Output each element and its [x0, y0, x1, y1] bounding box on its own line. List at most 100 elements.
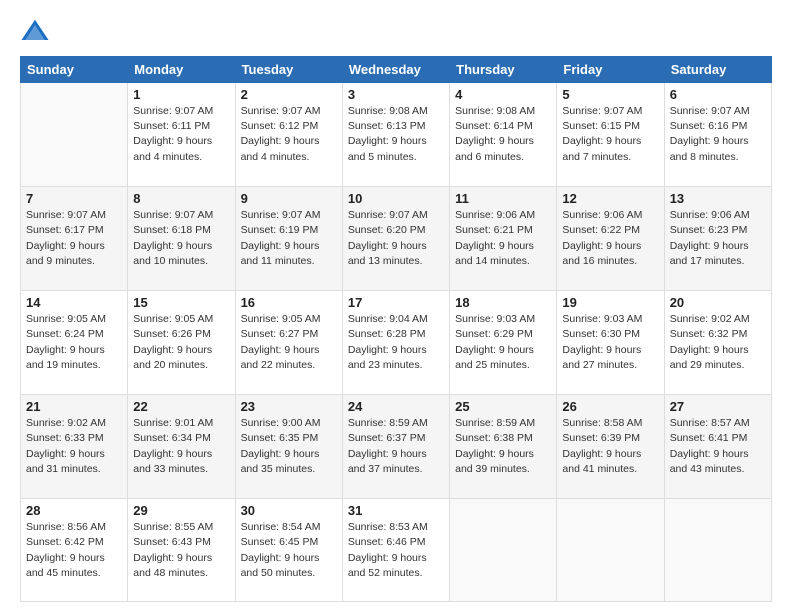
day-info: Sunrise: 9:05 AMSunset: 6:27 PMDaylight:… — [241, 312, 337, 373]
day-number: 23 — [241, 399, 337, 414]
calendar-week-3: 21 Sunrise: 9:02 AMSunset: 6:33 PMDayligh… — [21, 395, 772, 499]
day-number: 22 — [133, 399, 229, 414]
calendar-cell: 7Sunrise: 9:07 AMSunset: 6:17 PMDaylight… — [21, 187, 128, 291]
day-number: 21 — [26, 399, 122, 414]
calendar-cell: 3 Sunrise: 9:08 AMSunset: 6:13 PMDaylight… — [342, 83, 449, 187]
day-info: Sunrise: 9:01 AMSunset: 6:34 PMDaylight:… — [133, 416, 229, 477]
calendar-cell: 19 Sunrise: 9:03 AMSunset: 6:30 PMDayligh… — [557, 291, 664, 395]
day-info: Sunrise: 8:59 AMSunset: 6:38 PMDaylight:… — [455, 416, 551, 477]
day-info: Sunrise: 9:08 AMSunset: 6:14 PMDaylight:… — [455, 104, 551, 165]
day-info: Sunrise: 9:07 AMSunset: 6:12 PMDaylight:… — [241, 104, 337, 165]
day-info: Sunrise: 9:07 AMSunset: 6:16 PMDaylight:… — [670, 104, 766, 165]
day-number: 17 — [348, 295, 444, 310]
day-number: 11 — [455, 191, 551, 206]
day-info: Sunrise: 9:03 AMSunset: 6:30 PMDaylight:… — [562, 312, 658, 373]
day-header-tuesday: Tuesday — [235, 57, 342, 83]
header — [20, 16, 772, 46]
day-number: 6 — [670, 87, 766, 102]
calendar-cell: 27 Sunrise: 8:57 AMSunset: 6:41 PMDayligh… — [664, 395, 771, 499]
calendar-cell: 21 Sunrise: 9:02 AMSunset: 6:33 PMDayligh… — [21, 395, 128, 499]
day-info: Sunrise: 8:56 AMSunset: 6:42 PMDaylight:… — [26, 520, 122, 581]
day-number: 29 — [133, 503, 229, 518]
calendar-cell — [21, 83, 128, 187]
day-info: Sunrise: 9:06 AMSunset: 6:21 PMDaylight:… — [455, 208, 551, 269]
calendar-cell: 2 Sunrise: 9:07 AMSunset: 6:12 PMDaylight… — [235, 83, 342, 187]
day-info: Sunrise: 9:06 AMSunset: 6:22 PMDaylight:… — [562, 208, 658, 269]
calendar-cell — [450, 499, 557, 602]
day-info: Sunrise: 8:55 AMSunset: 6:43 PMDaylight:… — [133, 520, 229, 581]
day-info: Sunrise: 8:57 AMSunset: 6:41 PMDaylight:… — [670, 416, 766, 477]
calendar-cell: 15 Sunrise: 9:05 AMSunset: 6:26 PMDayligh… — [128, 291, 235, 395]
day-number: 25 — [455, 399, 551, 414]
day-number: 9 — [241, 191, 337, 206]
day-header-thursday: Thursday — [450, 57, 557, 83]
page: SundayMondayTuesdayWednesdayThursdayFrid… — [0, 0, 792, 612]
day-number: 30 — [241, 503, 337, 518]
day-number: 12 — [562, 191, 658, 206]
day-number: 19 — [562, 295, 658, 310]
calendar-cell: 31Sunrise: 8:53 AMSunset: 6:46 PMDayligh… — [342, 499, 449, 602]
calendar-cell: 6 Sunrise: 9:07 AMSunset: 6:16 PMDaylight… — [664, 83, 771, 187]
day-info: Sunrise: 8:58 AMSunset: 6:39 PMDaylight:… — [562, 416, 658, 477]
day-number: 2 — [241, 87, 337, 102]
day-number: 3 — [348, 87, 444, 102]
calendar-cell: 8Sunrise: 9:07 AMSunset: 6:18 PMDaylight… — [128, 187, 235, 291]
calendar-cell: 11 Sunrise: 9:06 AMSunset: 6:21 PMDayligh… — [450, 187, 557, 291]
day-info: Sunrise: 9:08 AMSunset: 6:13 PMDaylight:… — [348, 104, 444, 165]
day-info: Sunrise: 9:02 AMSunset: 6:32 PMDaylight:… — [670, 312, 766, 373]
day-info: Sunrise: 9:05 AMSunset: 6:24 PMDaylight:… — [26, 312, 122, 373]
day-info: Sunrise: 9:04 AMSunset: 6:28 PMDaylight:… — [348, 312, 444, 373]
day-number: 14 — [26, 295, 122, 310]
calendar-cell — [664, 499, 771, 602]
calendar-header: SundayMondayTuesdayWednesdayThursdayFrid… — [21, 57, 772, 83]
day-info: Sunrise: 9:05 AMSunset: 6:26 PMDaylight:… — [133, 312, 229, 373]
logo — [20, 16, 54, 46]
calendar-cell: 20Sunrise: 9:02 AMSunset: 6:32 PMDayligh… — [664, 291, 771, 395]
day-number: 27 — [670, 399, 766, 414]
day-number: 4 — [455, 87, 551, 102]
calendar-cell: 29 Sunrise: 8:55 AMSunset: 6:43 PMDayligh… — [128, 499, 235, 602]
calendar-header-row: SundayMondayTuesdayWednesdayThursdayFrid… — [21, 57, 772, 83]
calendar-cell: 14 Sunrise: 9:05 AMSunset: 6:24 PMDayligh… — [21, 291, 128, 395]
calendar-cell: 22 Sunrise: 9:01 AMSunset: 6:34 PMDayligh… — [128, 395, 235, 499]
day-info: Sunrise: 8:54 AMSunset: 6:45 PMDaylight:… — [241, 520, 337, 581]
day-number: 5 — [562, 87, 658, 102]
calendar-cell: 26 Sunrise: 8:58 AMSunset: 6:39 PMDayligh… — [557, 395, 664, 499]
calendar-table: SundayMondayTuesdayWednesdayThursdayFrid… — [20, 56, 772, 602]
calendar-week-1: 7Sunrise: 9:07 AMSunset: 6:17 PMDaylight… — [21, 187, 772, 291]
day-number: 1 — [133, 87, 229, 102]
calendar-week-4: 28 Sunrise: 8:56 AMSunset: 6:42 PMDayligh… — [21, 499, 772, 602]
day-number: 31 — [348, 503, 444, 518]
day-number: 26 — [562, 399, 658, 414]
day-info: Sunrise: 9:07 AMSunset: 6:15 PMDaylight:… — [562, 104, 658, 165]
calendar-cell — [557, 499, 664, 602]
day-info: Sunrise: 9:07 AMSunset: 6:19 PMDaylight:… — [241, 208, 337, 269]
calendar-cell: 30 Sunrise: 8:54 AMSunset: 6:45 PMDayligh… — [235, 499, 342, 602]
calendar-week-2: 14 Sunrise: 9:05 AMSunset: 6:24 PMDayligh… — [21, 291, 772, 395]
day-info: Sunrise: 9:07 AMSunset: 6:20 PMDaylight:… — [348, 208, 444, 269]
day-number: 7 — [26, 191, 122, 206]
calendar-body: 1 Sunrise: 9:07 AMSunset: 6:11 PMDaylight… — [21, 83, 772, 602]
day-number: 28 — [26, 503, 122, 518]
day-info: Sunrise: 9:06 AMSunset: 6:23 PMDaylight:… — [670, 208, 766, 269]
day-info: Sunrise: 8:59 AMSunset: 6:37 PMDaylight:… — [348, 416, 444, 477]
day-info: Sunrise: 9:02 AMSunset: 6:33 PMDaylight:… — [26, 416, 122, 477]
day-info: Sunrise: 9:07 AMSunset: 6:11 PMDaylight:… — [133, 104, 229, 165]
day-number: 10 — [348, 191, 444, 206]
day-number: 8 — [133, 191, 229, 206]
day-header-saturday: Saturday — [664, 57, 771, 83]
calendar-cell: 28 Sunrise: 8:56 AMSunset: 6:42 PMDayligh… — [21, 499, 128, 602]
logo-icon — [20, 16, 50, 46]
day-number: 15 — [133, 295, 229, 310]
calendar-cell: 12 Sunrise: 9:06 AMSunset: 6:22 PMDayligh… — [557, 187, 664, 291]
day-number: 18 — [455, 295, 551, 310]
calendar-week-0: 1 Sunrise: 9:07 AMSunset: 6:11 PMDaylight… — [21, 83, 772, 187]
calendar-cell: 1 Sunrise: 9:07 AMSunset: 6:11 PMDaylight… — [128, 83, 235, 187]
calendar-cell: 4 Sunrise: 9:08 AMSunset: 6:14 PMDaylight… — [450, 83, 557, 187]
day-number: 24 — [348, 399, 444, 414]
calendar-cell: 5 Sunrise: 9:07 AMSunset: 6:15 PMDaylight… — [557, 83, 664, 187]
calendar-cell: 18 Sunrise: 9:03 AMSunset: 6:29 PMDayligh… — [450, 291, 557, 395]
day-info: Sunrise: 9:00 AMSunset: 6:35 PMDaylight:… — [241, 416, 337, 477]
day-info: Sunrise: 9:03 AMSunset: 6:29 PMDaylight:… — [455, 312, 551, 373]
calendar-cell: 25 Sunrise: 8:59 AMSunset: 6:38 PMDayligh… — [450, 395, 557, 499]
